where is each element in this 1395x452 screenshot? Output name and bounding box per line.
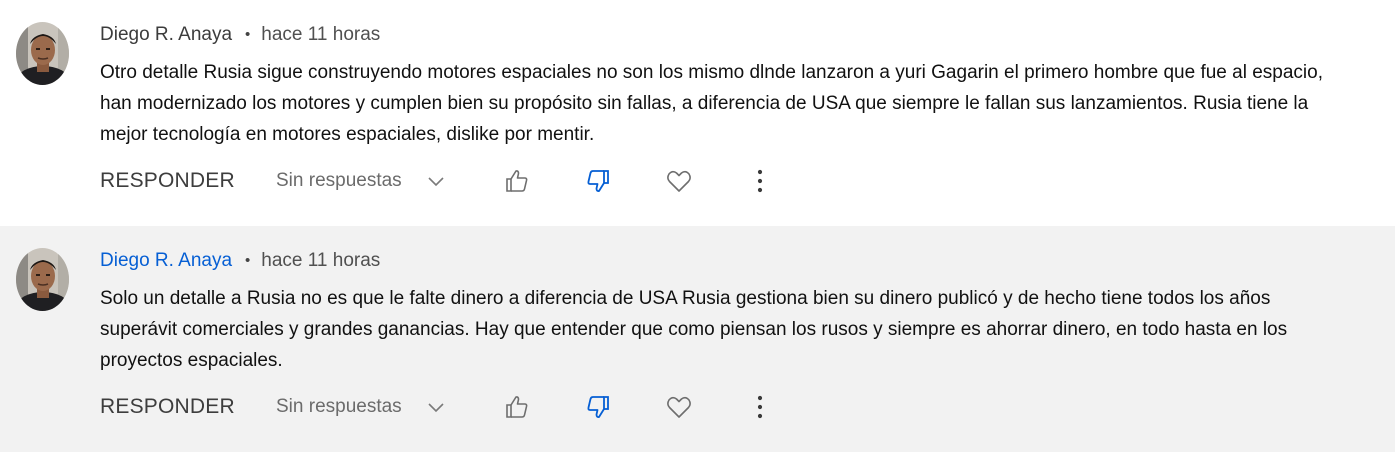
comment-timestamp[interactable]: hace 11 horas <box>261 250 380 272</box>
comment-header: Diego R. Anaya • hace 11 horas <box>100 24 380 46</box>
avatar[interactable] <box>16 248 69 311</box>
comment-thread: Diego R. Anaya • hace 11 horas Otro deta… <box>0 0 1395 226</box>
reply-button[interactable]: RESPONDER <box>100 395 235 419</box>
thumbs-up-icon[interactable] <box>503 167 531 195</box>
chevron-down-icon[interactable] <box>426 170 446 192</box>
comment-action-bar: RESPONDER Sin respuestas <box>100 157 800 205</box>
comment-thread: Diego R. Anaya • hace 11 horas Solo un d… <box>0 226 1395 452</box>
avatar[interactable] <box>16 22 69 85</box>
header-separator: • <box>245 252 251 269</box>
chevron-down-icon[interactable] <box>426 396 446 418</box>
heart-icon[interactable] <box>665 393 693 421</box>
author-name[interactable]: Diego R. Anaya <box>100 24 232 46</box>
author-name[interactable]: Diego R. Anaya <box>100 250 232 272</box>
comment-header: Diego R. Anaya • hace 11 horas <box>100 250 380 272</box>
thumbs-down-icon[interactable] <box>584 393 612 421</box>
reply-button[interactable]: RESPONDER <box>100 169 235 193</box>
thumbs-up-icon[interactable] <box>503 393 531 421</box>
more-vert-icon[interactable] <box>746 393 774 421</box>
comment-text: Otro detalle Rusia sigue construyendo mo… <box>100 62 1323 145</box>
replies-toggle-label[interactable]: Sin respuestas <box>276 170 402 192</box>
replies-toggle-label[interactable]: Sin respuestas <box>276 396 402 418</box>
more-vert-icon[interactable] <box>746 167 774 195</box>
header-separator: • <box>245 26 251 43</box>
comment-text: Solo un detalle a Rusia no es que le fal… <box>100 288 1288 371</box>
heart-icon[interactable] <box>665 167 693 195</box>
comment-action-bar: RESPONDER Sin respuestas <box>100 383 800 431</box>
comment-timestamp[interactable]: hace 11 horas <box>261 24 380 46</box>
thumbs-down-icon[interactable] <box>584 167 612 195</box>
